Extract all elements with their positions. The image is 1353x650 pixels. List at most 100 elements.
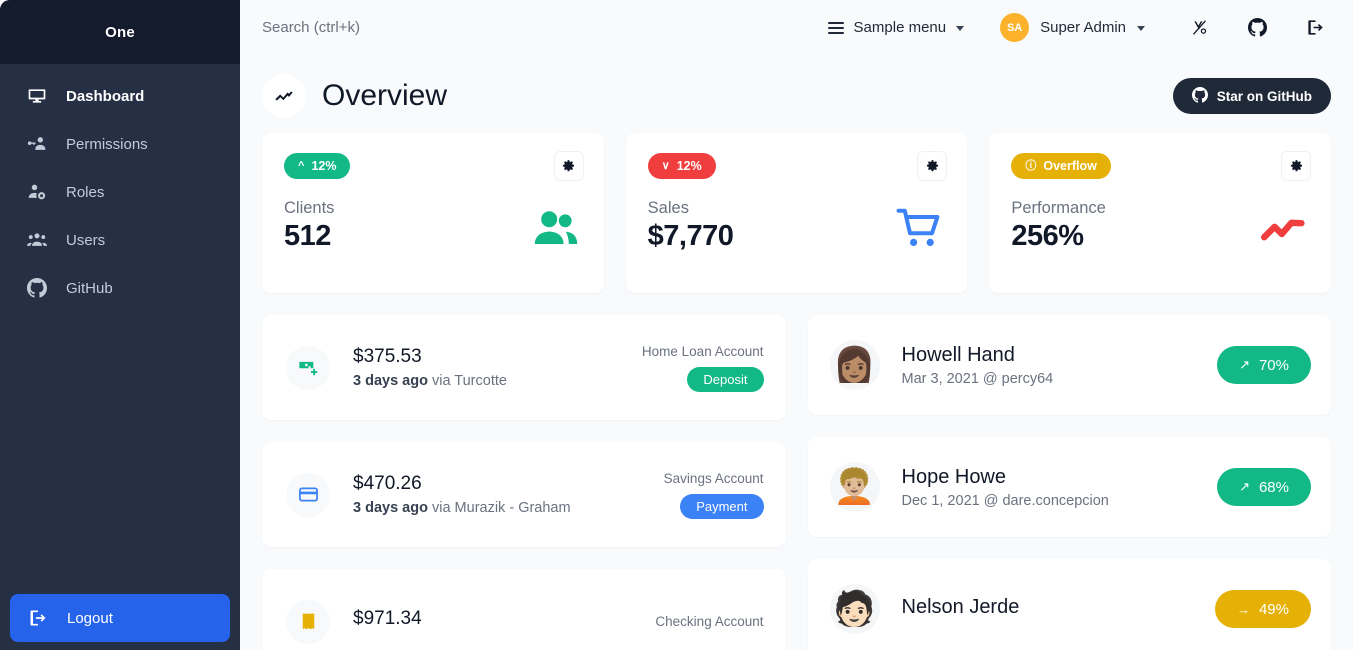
- sidebar-item-roles[interactable]: Roles: [0, 168, 240, 216]
- transaction-account: Checking Account: [655, 614, 764, 629]
- user-name: Howell Hand: [901, 343, 1015, 366]
- chevron-down-icon: [956, 26, 965, 31]
- sidebar-brand: One: [0, 0, 240, 64]
- transaction-details: $971.34: [353, 608, 655, 635]
- sidebar-item-github[interactable]: GitHub: [0, 264, 240, 312]
- transaction-account: Savings Account: [663, 470, 764, 486]
- transaction-meta: Home Loan Account Deposit: [642, 344, 764, 392]
- transaction-meta: Savings Account Payment: [664, 471, 764, 519]
- transaction-amount: $470.26: [353, 473, 422, 494]
- badge-label: 12%: [311, 159, 337, 173]
- user-progress-pill: ↗ 70%: [1217, 346, 1311, 384]
- gear-icon[interactable]: [553, 151, 584, 181]
- user-details: Howell Hand Mar 3, 2021 @ percy64: [902, 344, 1218, 387]
- users-column: 👩🏽 Howell Hand Mar 3, 2021 @ percy64 ↗ 7…: [807, 315, 1331, 650]
- stat-card-clients: ^ 12% Clients 512: [262, 133, 604, 293]
- user-gear-icon: [26, 181, 48, 203]
- logout-icon: [27, 607, 49, 629]
- user-progress-pill: → 49%: [1214, 590, 1311, 628]
- user-progress-label: 70%: [1258, 356, 1289, 374]
- star-on-github-button[interactable]: Star on GitHub: [1172, 78, 1331, 114]
- shopping-cart-icon: [895, 204, 943, 257]
- sample-menu-label: Sample menu: [853, 19, 947, 36]
- user-name-label: Super Admin: [1040, 19, 1126, 36]
- sidebar-item-label: Roles: [66, 183, 105, 201]
- user-progress-pill: ↗ 68%: [1217, 468, 1311, 506]
- user-meta: Mar 3, 2021 @ percy64: [901, 370, 1054, 387]
- sidebar-item-dashboard[interactable]: Dashboard: [0, 72, 240, 120]
- logout-label: Logout: [67, 609, 113, 627]
- transaction-details: $470.26 3 days ago via Murazik - Graham: [353, 473, 664, 516]
- transaction-row[interactable]: $470.26 3 days ago via Murazik - Graham …: [262, 442, 786, 547]
- transaction-type-pill: Deposit: [687, 366, 764, 392]
- badge-label: Overflow: [1043, 159, 1097, 173]
- sidebar-item-label: Users: [66, 231, 106, 249]
- transaction-subtitle: 3 days ago via Turcotte: [353, 373, 642, 389]
- user-row[interactable]: 🧑🏻 Nelson Jerde → 49%: [807, 559, 1331, 650]
- user-menu-dropdown[interactable]: SA Super Admin: [1000, 13, 1145, 42]
- transaction-time: 3 days ago: [353, 500, 428, 516]
- user-progress-label: 49%: [1258, 600, 1289, 618]
- topbar: Sample menu SA Super Admin: [240, 0, 1353, 55]
- hamburger-icon: [827, 21, 844, 34]
- cash-plus-icon: [286, 345, 330, 390]
- badge-label: 12%: [676, 159, 702, 173]
- status-badge: ∨ 12%: [647, 153, 716, 179]
- trend-flat-icon: →: [1236, 601, 1250, 617]
- user-meta: Dec 1, 2021 @ dare.concepcion: [901, 492, 1109, 509]
- trend-up-icon: ↗: [1239, 357, 1250, 372]
- transaction-row[interactable]: $971.34 Checking Account: [262, 569, 786, 650]
- chevron-up-icon: ^: [298, 159, 305, 172]
- user-details: Nelson Jerde: [902, 596, 1215, 623]
- transaction-amount: $971.34: [353, 608, 422, 629]
- receipt-icon: [286, 599, 330, 644]
- transaction-via: via Turcotte: [431, 373, 507, 389]
- alert-circle-icon: ⓘ: [1025, 159, 1037, 172]
- user-row[interactable]: 👩🏽 Howell Hand Mar 3, 2021 @ percy64 ↗ 7…: [807, 315, 1331, 415]
- logout-icon[interactable]: [1301, 14, 1329, 42]
- transaction-meta: Checking Account: [655, 614, 763, 629]
- stat-cards: ^ 12% Clients 512 ∨ 12% Sales $7,770 ⓘ O…: [240, 125, 1353, 293]
- github-icon: [26, 277, 48, 299]
- transaction-row[interactable]: $375.53 3 days ago via Turcotte Home Loa…: [262, 315, 786, 420]
- gear-icon[interactable]: [917, 151, 948, 181]
- page-title: Overview: [322, 79, 448, 112]
- credit-card-icon: [286, 472, 330, 517]
- trend-line-icon: [1259, 204, 1307, 257]
- sidebar: One Dashboard Permissions Roles Users Gi…: [0, 0, 240, 650]
- theme-toggle-icon[interactable]: [1185, 14, 1213, 42]
- gear-icon[interactable]: [1281, 151, 1312, 181]
- sample-menu-dropdown[interactable]: Sample menu: [827, 19, 965, 36]
- key-user-icon: [26, 133, 48, 155]
- sidebar-item-label: GitHub: [66, 279, 113, 297]
- github-icon: [1191, 86, 1208, 106]
- trend-line-icon: [262, 74, 306, 118]
- avatar: 🧑🏻: [829, 584, 880, 634]
- user-row[interactable]: 🧑🏼‍🦱 Hope Howe Dec 1, 2021 @ dare.concep…: [807, 437, 1331, 537]
- sidebar-item-label: Permissions: [66, 135, 148, 153]
- trend-up-icon: ↗: [1239, 479, 1250, 494]
- user-name: Hope Howe: [901, 465, 1007, 488]
- transaction-type-pill: Payment: [680, 493, 764, 519]
- avatar: 🧑🏼‍🦱: [829, 462, 880, 512]
- app-root: One Dashboard Permissions Roles Users Gi…: [0, 0, 1353, 650]
- monitor-icon: [26, 85, 48, 107]
- status-badge: ^ 12%: [284, 153, 351, 179]
- user-name: Nelson Jerde: [901, 595, 1020, 618]
- page-header: Overview Star on GitHub: [240, 55, 1353, 125]
- user-details: Hope Howe Dec 1, 2021 @ dare.concepcion: [902, 466, 1218, 509]
- sidebar-item-label: Dashboard: [66, 87, 145, 105]
- chevron-down-icon: [1137, 26, 1145, 31]
- transaction-subtitle: 3 days ago via Murazik - Graham: [353, 500, 664, 516]
- transaction-via: via Murazik - Graham: [431, 500, 571, 516]
- sidebar-item-users[interactable]: Users: [0, 216, 240, 264]
- logout-button[interactable]: Logout: [10, 594, 230, 642]
- github-icon[interactable]: [1243, 14, 1271, 42]
- sidebar-item-permissions[interactable]: Permissions: [0, 120, 240, 168]
- users-icon: [26, 229, 48, 251]
- search-input[interactable]: [262, 19, 562, 36]
- status-badge: ⓘ Overflow: [1011, 153, 1111, 179]
- transaction-details: $375.53 3 days ago via Turcotte: [353, 346, 642, 389]
- people-icon: [532, 204, 580, 257]
- transaction-account: Home Loan Account: [641, 343, 764, 359]
